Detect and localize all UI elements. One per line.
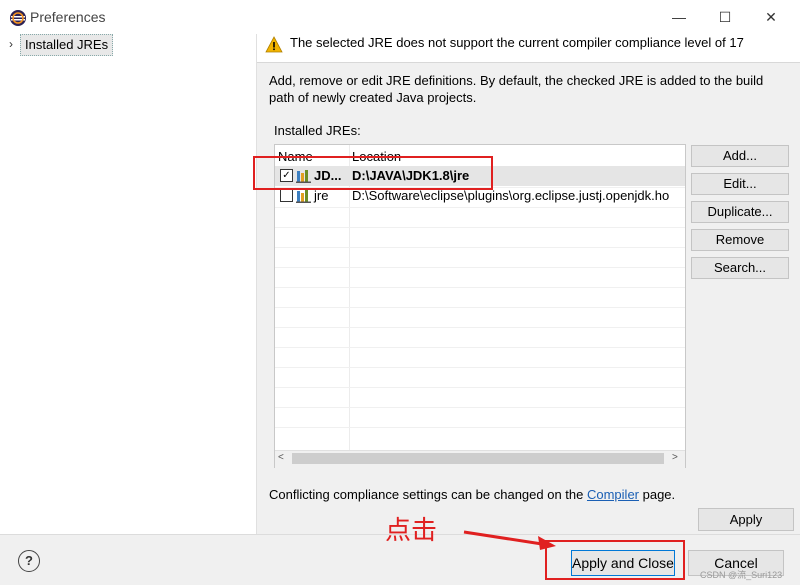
- conflict-message: Conflicting compliance settings can be c…: [269, 487, 675, 502]
- jre-checkbox[interactable]: [280, 189, 293, 202]
- annotation-click-label: 点击: [385, 516, 438, 546]
- duplicate-button[interactable]: Duplicate...: [691, 201, 789, 223]
- installed-jres-label: Installed JREs:: [274, 123, 361, 138]
- add-button[interactable]: Add...: [691, 145, 789, 167]
- close-button[interactable]: ✕: [748, 4, 794, 30]
- row-divider: [275, 387, 685, 388]
- row-divider: [275, 247, 685, 248]
- watermark-text: CSDN @流_Suri123: [700, 570, 783, 580]
- remove-button[interactable]: Remove: [691, 229, 789, 251]
- description-line-2: path of newly created Java projects.: [269, 90, 477, 105]
- row-divider: [275, 407, 685, 408]
- row-divider: [275, 307, 685, 308]
- scrollbar-thumb[interactable]: [292, 453, 664, 464]
- annotation-highlight-box: [545, 540, 685, 580]
- jre-name: jre: [314, 188, 329, 203]
- expand-chevron-icon[interactable]: ›: [9, 37, 13, 51]
- description-line-1: Add, remove or edit JRE definitions. By …: [269, 73, 764, 88]
- eclipse-app-icon: [10, 10, 26, 26]
- window-title: Preferences: [30, 9, 106, 25]
- row-divider: [275, 227, 685, 228]
- row-divider: [275, 347, 685, 348]
- row-divider: [275, 267, 685, 268]
- conflict-text-after: page.: [639, 487, 676, 502]
- row-divider: [275, 427, 685, 428]
- tree-item-installed-jres[interactable]: Installed JREs: [20, 34, 114, 56]
- scroll-right-icon[interactable]: >: [672, 452, 678, 463]
- help-icon[interactable]: ?: [18, 550, 40, 572]
- apply-button[interactable]: Apply: [698, 508, 794, 531]
- column-divider: [349, 145, 350, 451]
- annotation-highlight-box: [253, 156, 493, 190]
- row-divider: [275, 207, 685, 208]
- warning-text: The selected JRE does not support the cu…: [290, 35, 744, 50]
- conflict-text-before: Conflicting compliance settings can be c…: [269, 487, 587, 502]
- search-button[interactable]: Search...: [691, 257, 789, 279]
- warning-icon: [265, 36, 283, 53]
- minimize-button[interactable]: —: [656, 4, 702, 30]
- row-divider: [275, 327, 685, 328]
- maximize-button[interactable]: ☐: [702, 4, 748, 30]
- compiler-link[interactable]: Compiler: [587, 487, 639, 502]
- edit-button[interactable]: Edit...: [691, 173, 789, 195]
- jre-library-icon: [296, 190, 311, 203]
- row-divider: [275, 287, 685, 288]
- preference-tree: [0, 34, 256, 534]
- jre-location: D:\Software\eclipse\plugins\org.eclipse.…: [352, 188, 670, 203]
- scroll-left-icon[interactable]: <: [278, 452, 284, 463]
- row-divider: [275, 367, 685, 368]
- annotation-arrow-icon: [463, 530, 556, 550]
